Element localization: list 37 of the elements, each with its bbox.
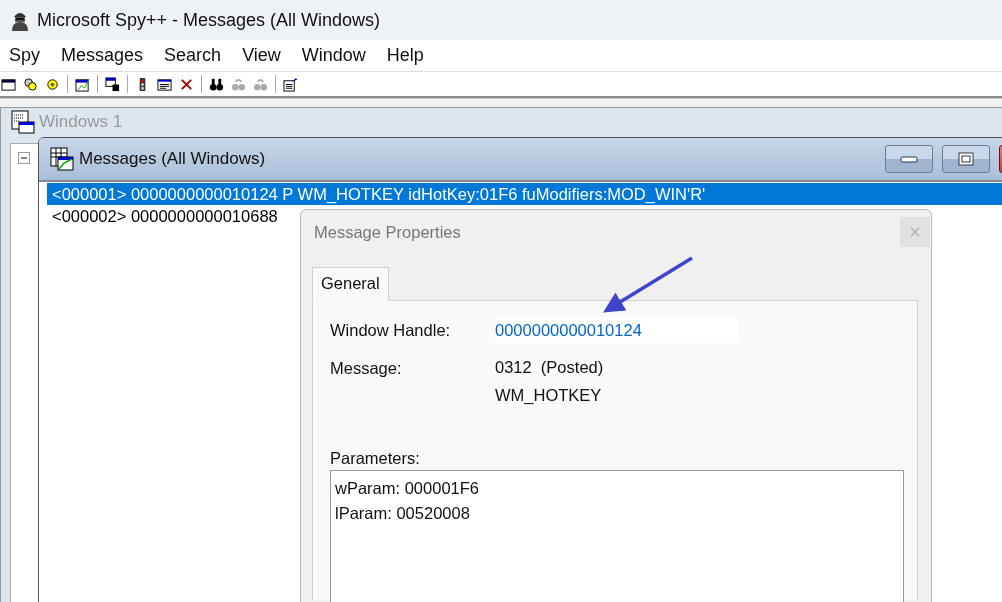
gears-icon[interactable] [23,76,38,92]
message-row[interactable]: <000001> 0000000000010124 P WM_HOTKEY idHotKey:01F6 fuModifiers:MOD_WIN'R' [47,183,1002,205]
dialog-title: Message Properties [314,222,462,242]
window-title: Windows 1 [39,112,123,132]
close-icon [910,227,920,237]
maximize-icon [958,152,974,166]
menu-item[interactable]: Search [164,45,222,66]
window-icon[interactable] [1,76,16,92]
window-list-icon [11,110,35,134]
collapse-icon[interactable] [18,152,30,164]
menu-item[interactable]: Spy [9,45,41,66]
field-label: Message: [330,358,403,379]
properties-icon[interactable] [283,76,298,92]
parameter-line: lParam: 00520008 [335,503,471,524]
menu-item[interactable]: View [242,45,281,66]
menu-item[interactable]: Help [386,45,424,66]
value-field[interactable]: 0000000000010124 [495,317,739,343]
chart-window-icon[interactable] [75,76,90,92]
gear-icon[interactable] [45,76,60,92]
menu-item[interactable]: Messages [61,45,144,66]
minimize-icon [900,155,918,163]
field-label: Window Handle: [330,320,452,341]
window-title: Microsoft Spy++ - Messages (All Windows) [37,9,381,31]
message-window-icon[interactable] [157,76,172,92]
field-value: WM_HOTKEY [495,385,603,406]
tab[interactable]: General [312,267,389,301]
maximize-button[interactable] [942,145,990,173]
find-window-icon[interactable] [105,76,120,92]
messages-window-icon [50,147,74,171]
menu-item[interactable]: Window [301,45,366,66]
field-value: 0312 (Posted) [495,357,604,378]
parameter-line: wParam: 000001F6 [335,478,480,499]
parameters-label: Parameters: [330,449,421,468]
window-title: Messages (All Windows) [79,149,266,169]
binoculars-icon[interactable] [209,76,224,92]
minimize-button[interactable] [885,145,933,173]
close-icon[interactable] [179,76,194,92]
